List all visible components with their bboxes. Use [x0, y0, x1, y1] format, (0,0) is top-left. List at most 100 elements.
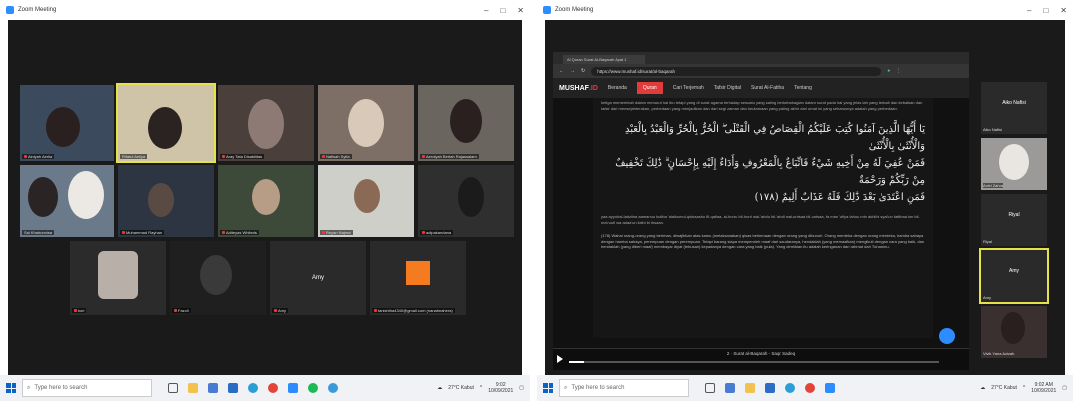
participant-tile[interactable]: Aerolyah Bertah Rajassalam [418, 85, 514, 161]
nav-surat[interactable]: Surat Al-Fatiha [751, 85, 784, 91]
url-field[interactable]: https://www.mushaf.id/surat/al-baqarah [591, 66, 882, 76]
menu-icon[interactable]: ⋮ [896, 68, 901, 74]
avatar [200, 255, 232, 295]
close-icon[interactable]: ✕ [517, 6, 524, 15]
tray-chevron-icon[interactable]: ^ [1023, 385, 1025, 391]
participant-tile[interactable]: Fazoli [170, 241, 266, 315]
weather-icon: ☁ [980, 385, 986, 391]
participant-tile[interactable]: adipakandana [418, 165, 514, 237]
windows-start-icon[interactable] [543, 383, 553, 393]
participant-tile[interactable]: Sal Khairunnisa [20, 165, 114, 237]
participant-tile[interactable]: Ainiyah Aerlia [20, 85, 114, 161]
clock[interactable]: 9:02 10/09/2021 [488, 382, 513, 394]
task-view-icon[interactable] [705, 383, 715, 393]
chrome-icon[interactable] [805, 383, 815, 393]
participant-tile[interactable]: Aditeyas Whiteds [218, 165, 314, 237]
nav-quran[interactable]: Quran [636, 82, 663, 94]
participant-tile[interactable]: Aiko Nafisi Aiko Nafisi [981, 82, 1047, 134]
search-icon: ⌕ [27, 384, 31, 391]
nav-tentang[interactable]: Tentang [794, 85, 812, 91]
store-icon[interactable] [725, 383, 735, 393]
avatar [248, 99, 284, 149]
avatar [348, 99, 384, 147]
explorer-icon[interactable] [745, 383, 755, 393]
avatar [252, 179, 280, 215]
nav-cari-terjemah[interactable]: Cari Terjemah [673, 85, 704, 91]
edge-icon[interactable] [785, 383, 795, 393]
mail-icon[interactable] [228, 383, 238, 393]
participant-tile[interactable]: Rifatul Aeliya [116, 83, 216, 163]
participant-tile[interactable]: Reyan Najmul [318, 165, 414, 237]
title-bar: Zoom Meeting – □ ✕ [537, 0, 1073, 20]
player-title: 2 · Surat al-Baqarah - Saqr Sadeq [726, 351, 796, 356]
zoom-app-icon[interactable] [288, 383, 298, 393]
maximize-icon[interactable]: □ [1043, 6, 1048, 15]
store-icon[interactable] [208, 383, 218, 393]
participant-name: Ainiyah Aerlia [22, 154, 55, 159]
zoom-icon [6, 6, 14, 14]
close-icon[interactable]: ✕ [1060, 6, 1067, 15]
mail-icon[interactable] [765, 383, 775, 393]
participant-tile[interactable]: Aray Tata Disabilitas [218, 85, 314, 161]
minimize-icon[interactable]: – [1027, 6, 1031, 15]
reload-icon[interactable]: ↻ [581, 68, 585, 74]
participant-tile[interactable]: kori [70, 241, 166, 315]
chrome-icon[interactable] [268, 383, 278, 393]
nav-beranda[interactable]: Beranda [608, 85, 627, 91]
extensions-icon[interactable]: ● [887, 68, 890, 74]
forward-icon[interactable]: → [570, 68, 575, 74]
avatar [458, 177, 484, 217]
avatar [450, 99, 482, 143]
participant-tile[interactable]: Nafisah Syifa [318, 85, 414, 161]
tray-chevron-icon[interactable]: ^ [480, 385, 482, 391]
right-zoom-window: Zoom Meeting – □ ✕ Al Quran Surat Al-Baq… [537, 0, 1073, 401]
participant-name: Reyan Najmul [320, 230, 354, 235]
taskbar-search[interactable]: ⌕ Type here to search [22, 379, 152, 397]
translation: (178) Wahai orang-orang yang beriman, di… [601, 233, 925, 249]
participant-tile[interactable]: Amy Amy [979, 248, 1049, 304]
participant-tile[interactable]: Aviel Zahra [981, 138, 1047, 190]
task-view-icon[interactable] [168, 383, 178, 393]
participant-center-name: Aiko Nafisi [1002, 100, 1026, 106]
app-icon[interactable] [328, 383, 338, 393]
participant-name: adipakandana [420, 230, 454, 235]
windows-start-icon[interactable] [6, 383, 16, 393]
explorer-icon[interactable] [188, 383, 198, 393]
participant-name: Nafisah Syifa [320, 154, 352, 159]
windows-taskbar: ⌕ Type here to search ☁ 27°C Kabut ^ 9:0… [537, 375, 1073, 401]
participant-name: Aviel Zahra [983, 183, 1004, 188]
participant-tile[interactable]: Amy Amy [270, 241, 366, 315]
participant-tile[interactable]: Riyal Riyal [981, 194, 1047, 246]
notification-icon[interactable]: ▢ [519, 385, 524, 391]
participant-tile[interactable]: Muhammad Rayhan [118, 165, 214, 237]
participant-tile[interactable]: tanishtha4340@gmail.com (nanatmahera) [370, 241, 466, 315]
participant-name: Aiko Nafisi [983, 127, 1002, 132]
participant-name: Fazoli [172, 308, 191, 313]
avatar [28, 177, 58, 217]
maximize-icon[interactable]: □ [500, 6, 505, 15]
browser-tab[interactable]: Al Quran Surat Al-Baqarah Ayat 1 [563, 55, 645, 64]
play-icon[interactable] [557, 355, 563, 363]
back-icon[interactable]: ← [559, 68, 564, 74]
minimize-icon[interactable]: – [484, 6, 488, 15]
shared-browser: Al Quran Surat Al-Baqarah Ayat 1 ← → ↻ h… [553, 52, 969, 370]
participant-name: Sal Khairunnisa [22, 230, 55, 235]
scroll-top-button[interactable] [939, 328, 955, 344]
share-screen-view: Al Quran Surat Al-Baqarah Ayat 1 ← → ↻ h… [545, 20, 1065, 375]
taskbar-search[interactable]: ⌕ Type here to search [559, 379, 689, 397]
nav-tafsir[interactable]: Tafsir Digital [714, 85, 741, 91]
progress-bar[interactable] [569, 361, 939, 363]
notification-icon[interactable]: ▢ [1062, 385, 1067, 391]
site-logo[interactable]: MUSHAF.ID [559, 85, 598, 92]
spotify-icon[interactable] [308, 383, 318, 393]
avatar [999, 144, 1029, 180]
edge-icon[interactable] [248, 383, 258, 393]
avatar [98, 251, 138, 299]
system-tray: ☁ 27°C Kabut ^ 9:02 AM 10/09/2021 ▢ [980, 382, 1067, 394]
transliteration: yaa ayyuhal-ladziina aamanuu kutiba 'ala… [601, 214, 920, 225]
clock[interactable]: 9:02 AM 10/09/2021 [1031, 382, 1056, 394]
participant-tile[interactable]: Vivik Yana Azizah [981, 306, 1047, 358]
zoom-app-icon[interactable] [825, 383, 835, 393]
window-controls: – □ ✕ [1027, 6, 1067, 15]
participant-name: Aditeyas Whiteds [220, 230, 259, 235]
